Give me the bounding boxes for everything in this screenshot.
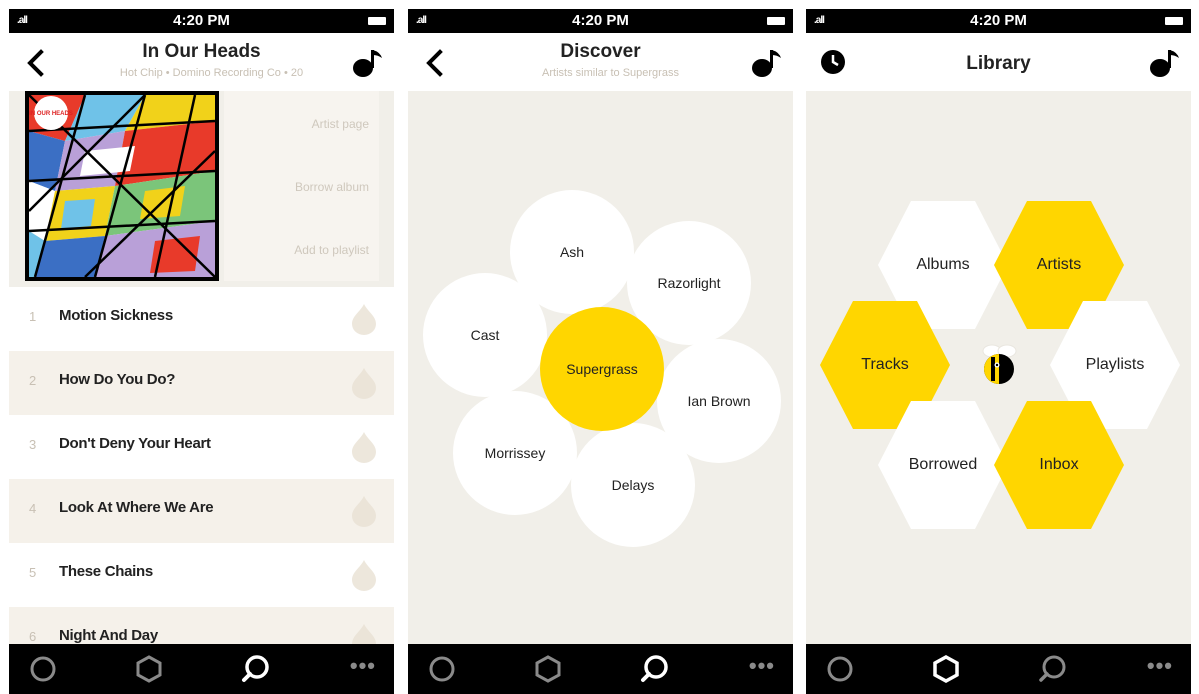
music-note-icon[interactable] (1149, 46, 1181, 78)
track-name: Don't Deny Your Heart (59, 435, 211, 452)
artist-bubble-delays[interactable]: Delays (571, 423, 695, 547)
artist-name: Cast (470, 327, 500, 343)
battery-icon (767, 17, 785, 25)
track-number: 5 (29, 565, 37, 580)
artist-bubble-supergrass[interactable]: Supergrass (540, 307, 664, 431)
artist-bubble-cast[interactable]: Cast (423, 273, 547, 397)
battery-icon (368, 17, 386, 25)
tab-hexagon-icon[interactable] (528, 649, 568, 689)
track-list: 1 Motion Sickness 2 How Do You Do? 3 Don… (9, 287, 394, 644)
track-number: 4 (29, 501, 37, 516)
nav-bar: In Our Heads Hot Chip • Domino Recording… (9, 33, 394, 91)
album-cover-art: IN OUR HEADS (25, 91, 219, 281)
tab-search-icon[interactable] (635, 649, 675, 689)
track-name: Motion Sickness (59, 307, 173, 324)
library-borrowed-hex[interactable]: Borrowed (878, 401, 1008, 529)
artist-page-link[interactable]: Artist page (312, 117, 369, 131)
track-name: Look At Where We Are (59, 499, 214, 516)
more-icon[interactable]: ••• (350, 655, 376, 677)
tab-hexagon-icon[interactable] (129, 649, 169, 689)
tab-bar: ••• (806, 644, 1191, 694)
artist-name: Morrissey (484, 445, 546, 461)
more-icon[interactable]: ••• (749, 655, 775, 677)
artist-name: Delays (611, 477, 655, 493)
discover-subtitle: Artists similar to Supergrass (542, 67, 679, 79)
page-title: Discover (560, 41, 641, 62)
tab-bar: ••• (9, 644, 394, 694)
status-time: 4:20 PM (572, 12, 629, 29)
page-title: Library (966, 53, 1031, 74)
track-name: How Do You Do? (59, 371, 176, 388)
drop-icon[interactable] (348, 558, 380, 592)
album-screen: .all 4:20 PM In Our Heads Hot Chip • Dom… (9, 9, 394, 694)
nav-bar: Library (806, 33, 1191, 91)
hex-label: Inbox (1039, 456, 1079, 473)
drop-icon[interactable] (348, 430, 380, 464)
page-title: In Our Heads (142, 41, 261, 62)
tab-search-icon[interactable] (1033, 649, 1073, 689)
library-inbox-hex[interactable]: Inbox (994, 401, 1124, 529)
drop-icon[interactable] (348, 366, 380, 400)
album-cover[interactable]: IN OUR HEADS (25, 91, 219, 281)
tab-search-icon[interactable] (236, 649, 276, 689)
track-number: 6 (29, 629, 37, 644)
artist-name: Ian Brown (687, 393, 751, 409)
track-name: These Chains (59, 563, 153, 580)
artist-name: Supergrass (566, 361, 638, 377)
track-row[interactable]: 4 Look At Where We Are (9, 479, 394, 543)
music-note-icon[interactable] (352, 46, 384, 78)
track-name: Night And Day (59, 627, 158, 644)
artist-name: Ash (559, 244, 585, 260)
status-time: 4:20 PM (173, 12, 230, 29)
status-bar: .all 4:20 PM (408, 9, 793, 33)
hex-label: Borrowed (908, 456, 978, 473)
svg-text:IN OUR HEADS: IN OUR HEADS (29, 111, 73, 117)
discover-content: Ash Razorlight Cast Ian Brown Morrissey … (408, 91, 793, 644)
track-row[interactable]: 6 Night And Day (9, 607, 394, 644)
drop-icon[interactable] (348, 494, 380, 528)
track-row[interactable]: 5 These Chains (9, 543, 394, 607)
bee-logo-icon (982, 344, 1017, 384)
music-note-icon[interactable] (751, 46, 783, 78)
tab-hexagon-icon[interactable] (926, 649, 966, 689)
discover-screen: .all 4:20 PM Discover Artists similar to… (408, 9, 793, 694)
tab-circle-icon[interactable] (23, 649, 63, 689)
battery-icon (1165, 17, 1183, 25)
track-row[interactable]: 2 How Do You Do? (9, 351, 394, 415)
tab-circle-icon[interactable] (422, 649, 462, 689)
drop-icon[interactable] (348, 302, 380, 336)
status-bar: .all 4:20 PM (806, 9, 1191, 33)
add-to-playlist-link[interactable]: Add to playlist (294, 243, 369, 257)
status-time: 4:20 PM (970, 12, 1027, 29)
more-icon[interactable]: ••• (1147, 655, 1173, 677)
status-bar: .all 4:20 PM (9, 9, 394, 33)
track-row[interactable]: 3 Don't Deny Your Heart (9, 415, 394, 479)
nav-bar: Discover Artists similar to Supergrass (408, 33, 793, 91)
borrow-album-link[interactable]: Borrow album (295, 180, 369, 194)
drop-icon[interactable] (348, 622, 380, 644)
artist-name: Razorlight (657, 275, 721, 291)
track-number: 3 (29, 437, 37, 452)
track-row[interactable]: 1 Motion Sickness (9, 287, 394, 351)
tab-bar: ••• (408, 644, 793, 694)
album-content: IN OUR HEADS Artist page Borrow album Ad… (9, 91, 394, 644)
library-content: Albums Artists Tracks Playlists Borrowed… (806, 91, 1191, 644)
track-number: 1 (29, 309, 37, 324)
album-subtitle: Hot Chip • Domino Recording Co • 20 (119, 67, 304, 79)
track-number: 2 (29, 373, 37, 388)
library-screen: .all 4:20 PM Library Albums Artists Trac… (806, 9, 1191, 694)
album-actions: Artist page Borrow album Add to playlist (224, 91, 379, 281)
tab-circle-icon[interactable] (820, 649, 860, 689)
